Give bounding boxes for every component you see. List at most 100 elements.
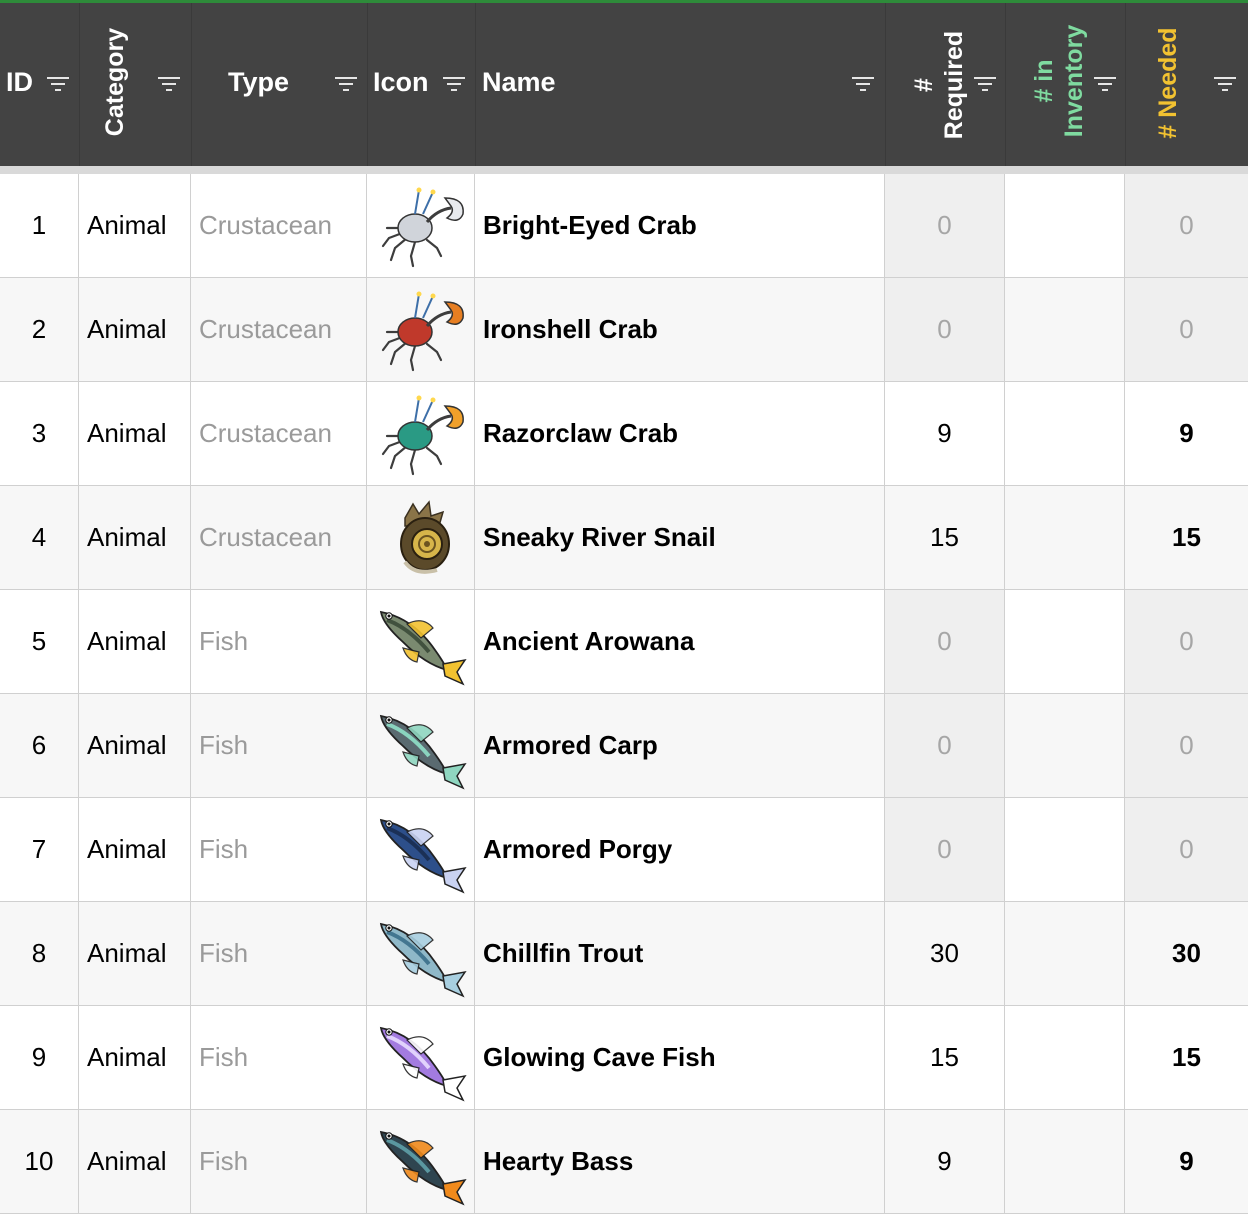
header-required[interactable]: # Required (885, 3, 1006, 166)
header-icon[interactable]: Icon (367, 3, 476, 166)
category-cell[interactable]: Animal (79, 798, 191, 901)
icon-cell[interactable] (367, 1006, 475, 1109)
name-cell[interactable]: Armored Porgy (475, 798, 885, 901)
required-cell[interactable]: 9 (885, 1110, 1005, 1213)
table-row[interactable]: 7 Animal Fish Armored Porgy 0 0 (0, 798, 1248, 902)
id-cell[interactable]: 1 (0, 174, 79, 277)
filter-icon[interactable] (851, 77, 875, 93)
filter-icon[interactable] (973, 77, 997, 93)
table-row[interactable]: 3 Animal Crustacean Razorclaw Crab 9 9 (0, 382, 1248, 486)
category-cell[interactable]: Animal (79, 590, 191, 693)
table-row[interactable]: 4 Animal Crustacean Sneaky River Snail 15 15 (0, 486, 1248, 590)
needed-cell[interactable]: 0 (1125, 590, 1248, 693)
header-inventory[interactable]: # in Inventory (1005, 3, 1126, 166)
type-cell[interactable]: Crustacean (191, 382, 367, 485)
filter-icon[interactable] (46, 77, 70, 93)
type-cell[interactable]: Crustacean (191, 486, 367, 589)
required-cell[interactable]: 0 (885, 798, 1005, 901)
needed-cell[interactable]: 0 (1125, 694, 1248, 797)
needed-cell[interactable]: 0 (1125, 278, 1248, 381)
inventory-cell[interactable] (1005, 1006, 1125, 1109)
id-cell[interactable]: 3 (0, 382, 79, 485)
required-cell[interactable]: 0 (885, 278, 1005, 381)
type-cell[interactable]: Crustacean (191, 174, 367, 277)
header-needed[interactable]: # Needed (1125, 3, 1248, 166)
needed-cell[interactable]: 15 (1125, 1006, 1248, 1109)
needed-cell[interactable]: 30 (1125, 902, 1248, 1005)
category-cell[interactable]: Animal (79, 1110, 191, 1213)
id-cell[interactable]: 4 (0, 486, 79, 589)
id-cell[interactable]: 7 (0, 798, 79, 901)
required-cell[interactable]: 15 (885, 1006, 1005, 1109)
name-cell[interactable]: Armored Carp (475, 694, 885, 797)
category-cell[interactable]: Animal (79, 174, 191, 277)
required-cell[interactable]: 15 (885, 486, 1005, 589)
icon-cell[interactable] (367, 174, 475, 277)
type-cell[interactable]: Fish (191, 590, 367, 693)
table-row[interactable]: 5 Animal Fish Ancient Arowana 0 0 (0, 590, 1248, 694)
icon-cell[interactable] (367, 694, 475, 797)
header-id[interactable]: ID (0, 3, 80, 166)
inventory-cell[interactable] (1005, 590, 1125, 693)
name-cell[interactable]: Hearty Bass (475, 1110, 885, 1213)
table-row[interactable]: 2 Animal Crustacean Ironshell Crab 0 0 (0, 278, 1248, 382)
needed-cell[interactable]: 0 (1125, 174, 1248, 277)
category-cell[interactable]: Animal (79, 278, 191, 381)
type-cell[interactable]: Fish (191, 798, 367, 901)
filter-icon[interactable] (334, 77, 358, 93)
type-cell[interactable]: Fish (191, 1110, 367, 1213)
filter-icon[interactable] (1093, 77, 1117, 93)
inventory-cell[interactable] (1005, 382, 1125, 485)
header-name[interactable]: Name (475, 3, 886, 166)
name-cell[interactable]: Sneaky River Snail (475, 486, 885, 589)
type-cell[interactable]: Fish (191, 902, 367, 1005)
table-row[interactable]: 8 Animal Fish Chillfin Trout 30 30 (0, 902, 1248, 1006)
inventory-cell[interactable] (1005, 278, 1125, 381)
needed-cell[interactable]: 0 (1125, 798, 1248, 901)
inventory-cell[interactable] (1005, 902, 1125, 1005)
category-cell[interactable]: Animal (79, 382, 191, 485)
required-cell[interactable]: 0 (885, 590, 1005, 693)
table-row[interactable]: 6 Animal Fish Armored Carp 0 0 (0, 694, 1248, 798)
inventory-cell[interactable] (1005, 486, 1125, 589)
icon-cell[interactable] (367, 486, 475, 589)
icon-cell[interactable] (367, 382, 475, 485)
type-cell[interactable]: Fish (191, 694, 367, 797)
inventory-cell[interactable] (1005, 798, 1125, 901)
category-cell[interactable]: Animal (79, 902, 191, 1005)
required-cell[interactable]: 0 (885, 694, 1005, 797)
id-cell[interactable]: 8 (0, 902, 79, 1005)
icon-cell[interactable] (367, 590, 475, 693)
id-cell[interactable]: 10 (0, 1110, 79, 1213)
header-type[interactable]: Type (191, 3, 368, 166)
needed-cell[interactable]: 9 (1125, 1110, 1248, 1213)
category-cell[interactable]: Animal (79, 1006, 191, 1109)
icon-cell[interactable] (367, 798, 475, 901)
header-category[interactable]: Category (79, 3, 192, 166)
icon-cell[interactable] (367, 1110, 475, 1213)
name-cell[interactable]: Chillfin Trout (475, 902, 885, 1005)
icon-cell[interactable] (367, 902, 475, 1005)
frozen-divider[interactable] (0, 166, 1248, 174)
table-row[interactable]: 10 Animal Fish Hearty Bass 9 9 (0, 1110, 1248, 1214)
inventory-cell[interactable] (1005, 694, 1125, 797)
type-cell[interactable]: Fish (191, 1006, 367, 1109)
required-cell[interactable]: 0 (885, 174, 1005, 277)
id-cell[interactable]: 5 (0, 590, 79, 693)
required-cell[interactable]: 9 (885, 382, 1005, 485)
name-cell[interactable]: Glowing Cave Fish (475, 1006, 885, 1109)
id-cell[interactable]: 6 (0, 694, 79, 797)
needed-cell[interactable]: 15 (1125, 486, 1248, 589)
name-cell[interactable]: Ironshell Crab (475, 278, 885, 381)
required-cell[interactable]: 30 (885, 902, 1005, 1005)
id-cell[interactable]: 2 (0, 278, 79, 381)
category-cell[interactable]: Animal (79, 694, 191, 797)
icon-cell[interactable] (367, 278, 475, 381)
filter-icon[interactable] (1213, 77, 1237, 93)
category-cell[interactable]: Animal (79, 486, 191, 589)
inventory-cell[interactable] (1005, 174, 1125, 277)
filter-icon[interactable] (442, 77, 466, 93)
filter-icon[interactable] (157, 77, 181, 93)
table-row[interactable]: 1 Animal Crustacean Bright-Eyed Crab 0 0 (0, 174, 1248, 278)
name-cell[interactable]: Razorclaw Crab (475, 382, 885, 485)
